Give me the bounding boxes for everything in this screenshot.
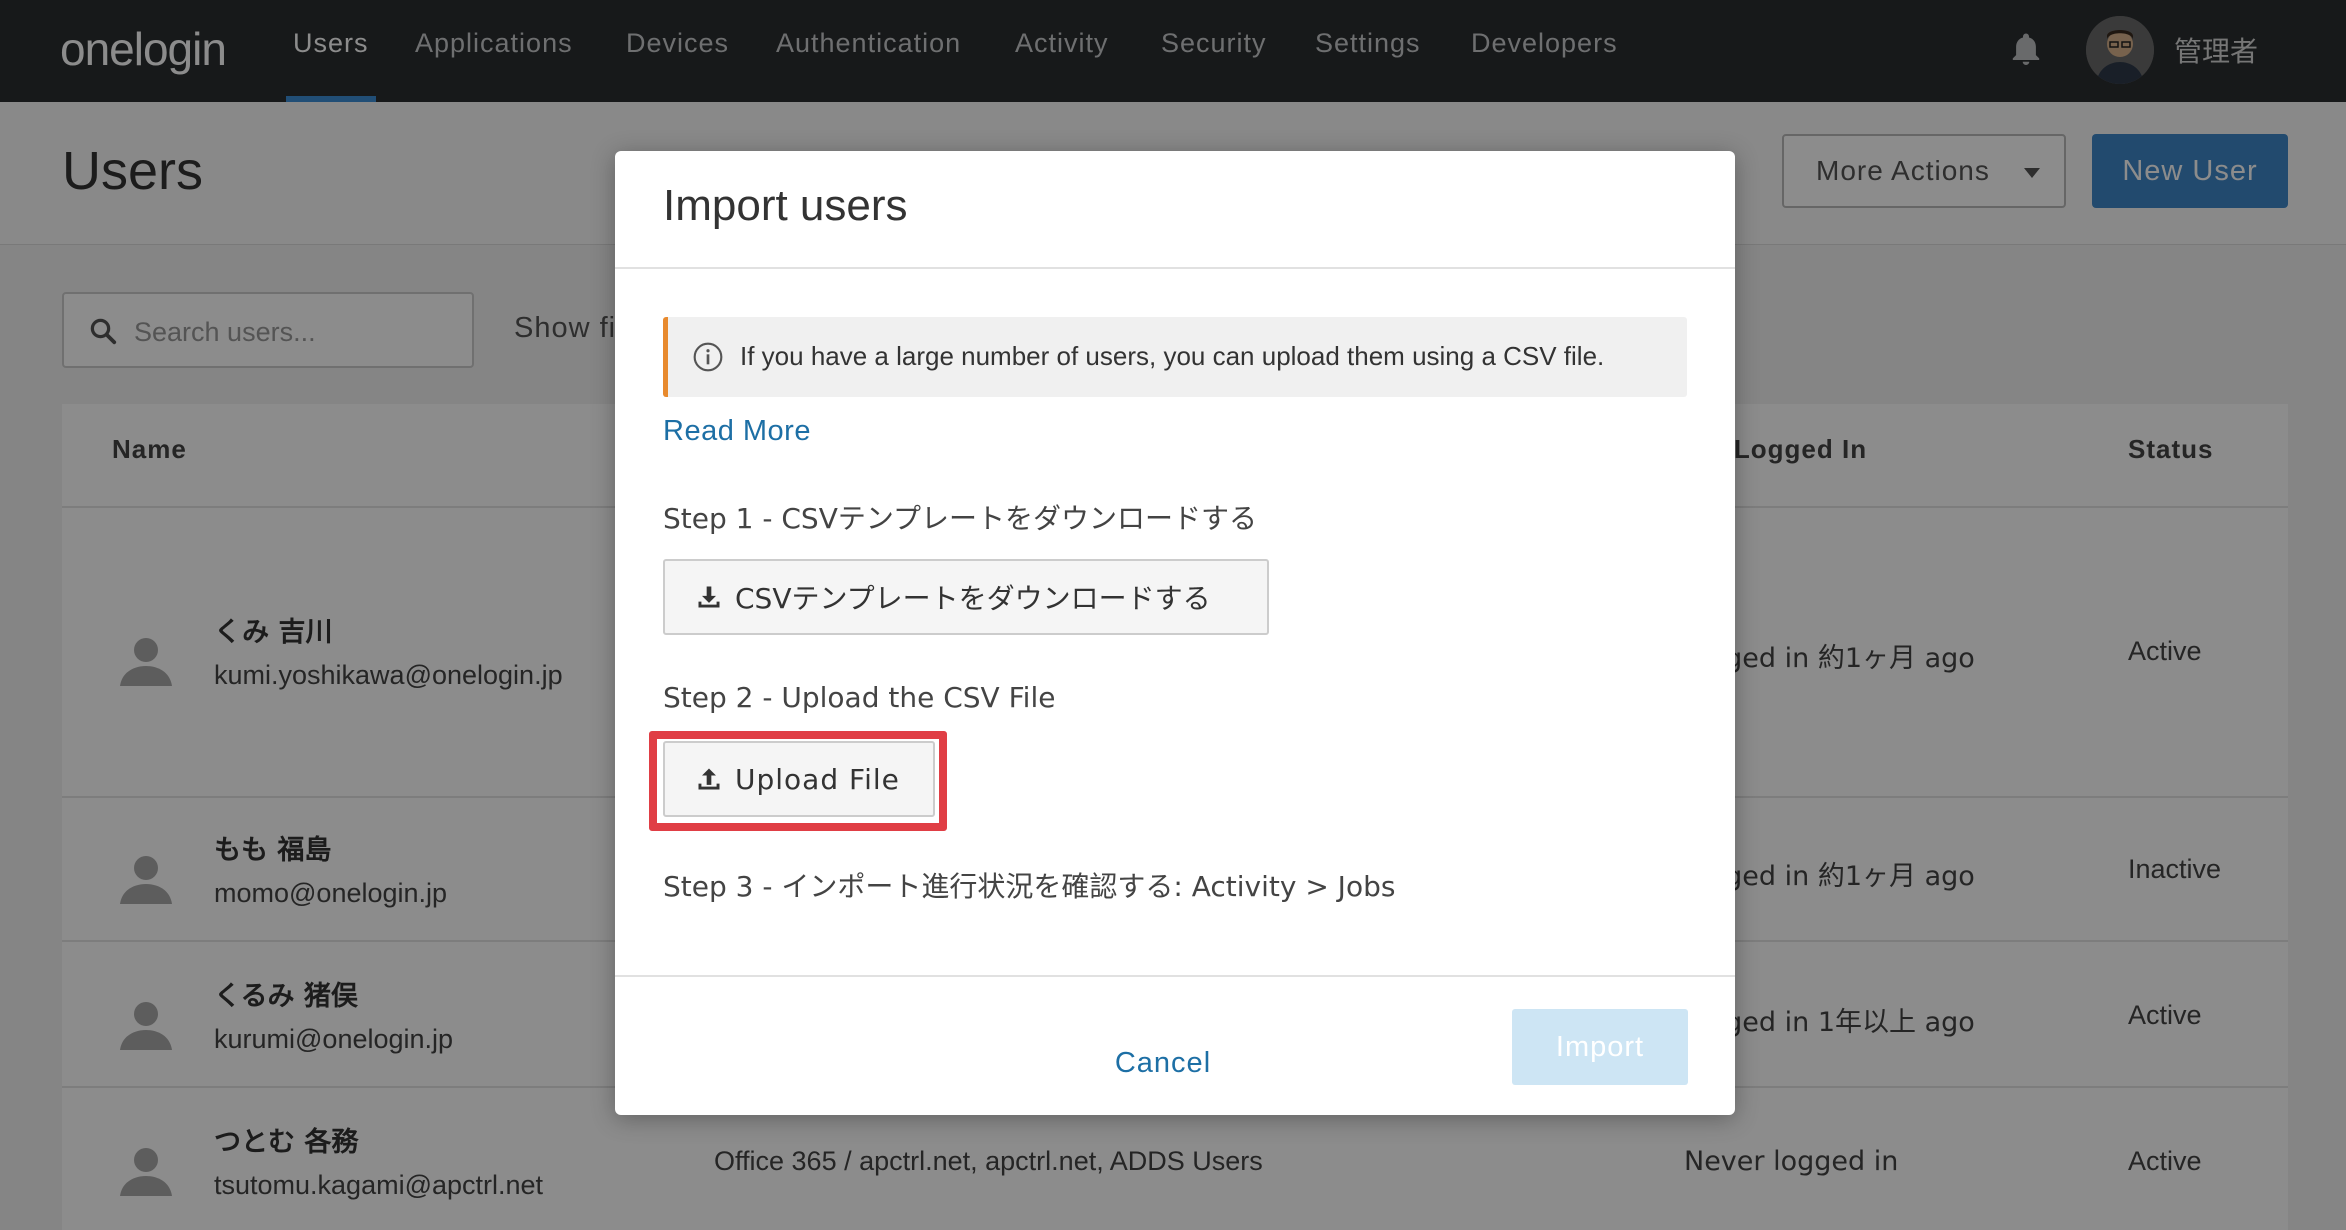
info-icon (693, 342, 723, 372)
step3-label: Step 3 - インポート進行状況を確認する: Activity > Jobs (663, 870, 1396, 903)
step1-label: Step 1 - CSVテンプレートをダウンロードする (663, 502, 1258, 535)
import-button[interactable]: Import (1512, 1009, 1688, 1085)
info-text: If you have a large number of users, you… (740, 341, 1605, 371)
read-more-link[interactable]: Read More (663, 415, 811, 448)
step2-label: Step 2 - Upload the CSV File (663, 681, 1056, 714)
upload-file-label: Upload File (735, 762, 900, 796)
download-csv-template-button[interactable]: CSVテンプレートをダウンロードする (663, 559, 1269, 635)
dialog-title: Import users (663, 181, 908, 230)
divider (615, 975, 1735, 977)
info-alert: If you have a large number of users, you… (663, 317, 1687, 397)
download-icon (698, 586, 720, 608)
divider (615, 267, 1735, 269)
download-csv-label: CSVテンプレートをダウンロードする (735, 582, 1211, 615)
upload-file-button[interactable]: Upload File (663, 741, 935, 817)
import-users-dialog: Import users If you have a large number … (615, 151, 1735, 1115)
cancel-button[interactable]: Cancel (1089, 1027, 1237, 1099)
upload-icon (698, 768, 720, 790)
